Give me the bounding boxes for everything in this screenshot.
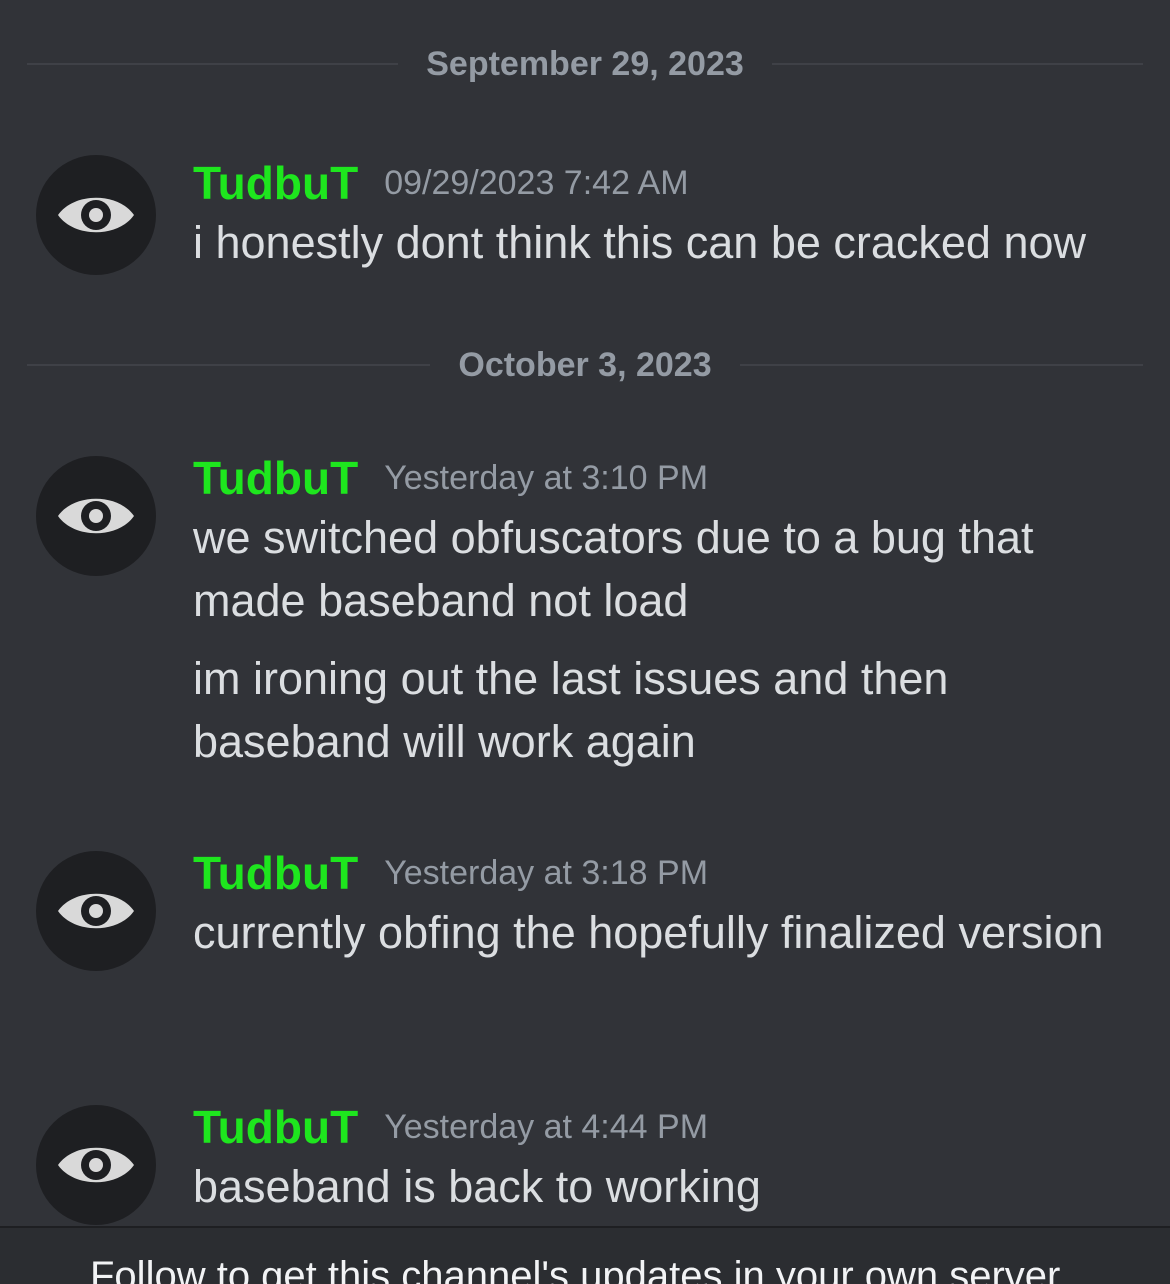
message-text: baseband is back to working	[193, 1161, 761, 1212]
message-header: TudbuT 09/29/2023 7:42 AM	[193, 155, 1143, 211]
timestamp: Yesterday at 3:10 PM	[384, 458, 709, 497]
username[interactable]: TudbuT	[193, 1100, 358, 1154]
username[interactable]: TudbuT	[193, 451, 358, 505]
avatar[interactable]	[36, 456, 156, 576]
message-header: TudbuT Yesterday at 4:44 PM	[193, 1099, 1143, 1155]
message-content: TudbuT Yesterday at 3:18 PM currently ob…	[193, 845, 1143, 964]
avatar[interactable]	[36, 851, 156, 971]
divider-line	[739, 364, 1143, 366]
message-content: TudbuT Yesterday at 3:10 PM we switched …	[193, 450, 1143, 773]
date-divider: September 29, 2023	[27, 44, 1143, 84]
follow-banner[interactable]: Follow to get this channel's updates in …	[0, 1226, 1170, 1284]
message-header: TudbuT Yesterday at 3:18 PM	[193, 845, 1143, 901]
username[interactable]: TudbuT	[193, 846, 358, 900]
timestamp: Yesterday at 3:18 PM	[384, 853, 709, 892]
eye-icon	[58, 893, 134, 929]
divider-date: September 29, 2023	[426, 44, 744, 83]
avatar[interactable]	[36, 1105, 156, 1225]
avatar[interactable]	[36, 155, 156, 275]
message-header: TudbuT Yesterday at 3:10 PM	[193, 450, 1143, 506]
message-text: i honestly dont think this can be cracke…	[193, 217, 1087, 268]
divider-line	[771, 63, 1143, 65]
eye-icon	[58, 498, 134, 534]
username[interactable]: TudbuT	[193, 156, 358, 210]
divider-date: October 3, 2023	[458, 345, 712, 384]
message-text: we switched obfuscators due to a bug tha…	[193, 512, 1034, 626]
message-text: currently obfing the hopefully finalized…	[193, 907, 1104, 958]
eye-icon	[58, 197, 134, 233]
message-content: TudbuT Yesterday at 4:44 PM baseband is …	[193, 1099, 1143, 1218]
follow-banner-text: Follow to get this channel's updates in …	[90, 1254, 1061, 1284]
message-text: im ironing out the last issues and then …	[193, 653, 949, 767]
timestamp: 09/29/2023 7:42 AM	[384, 163, 689, 202]
date-divider: October 3, 2023	[27, 345, 1143, 385]
divider-line	[27, 364, 431, 366]
message-content: TudbuT 09/29/2023 7:42 AM i honestly don…	[193, 155, 1143, 274]
timestamp: Yesterday at 4:44 PM	[384, 1107, 709, 1146]
eye-icon	[58, 1147, 134, 1183]
divider-line	[27, 63, 399, 65]
